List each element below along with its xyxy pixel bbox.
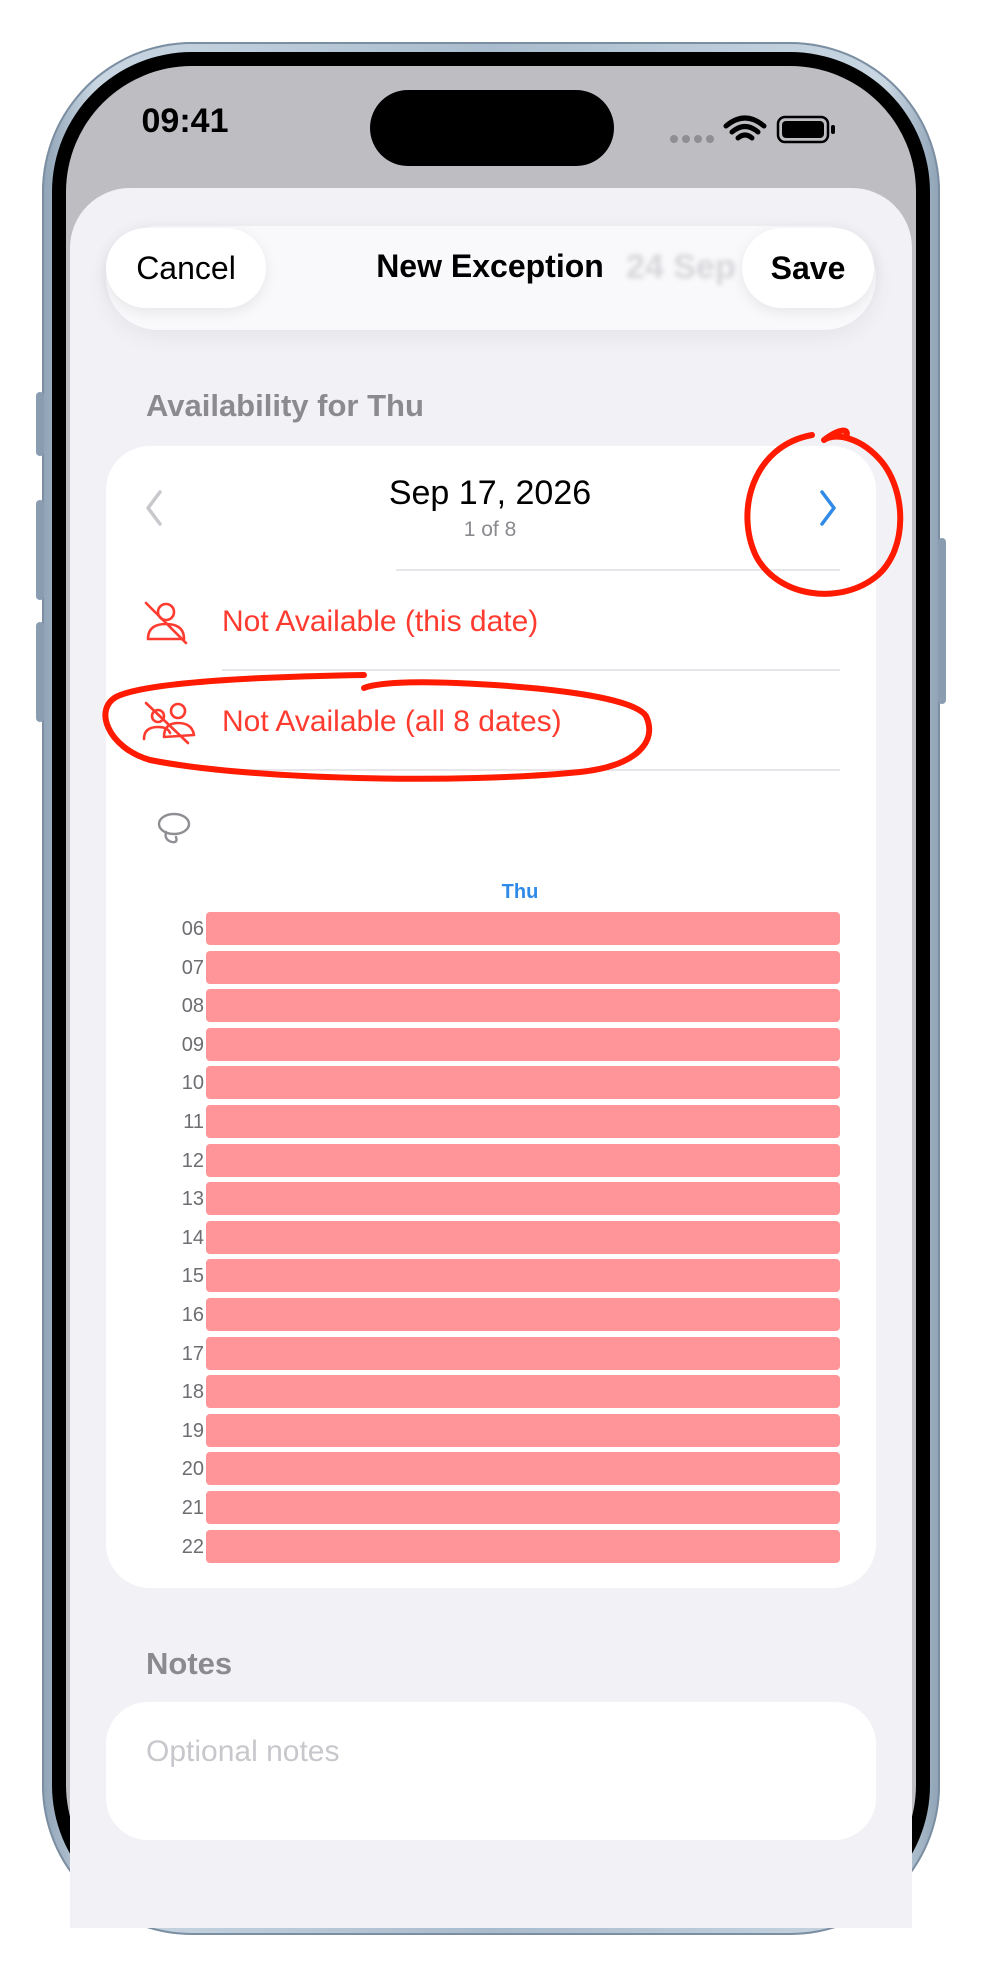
hour-label: 07 bbox=[181, 956, 204, 979]
volume-down-button bbox=[36, 622, 44, 722]
hour-label: 08 bbox=[181, 995, 204, 1018]
time-slot[interactable] bbox=[206, 1105, 840, 1138]
chevron-right-icon[interactable] bbox=[814, 486, 842, 530]
time-slot[interactable] bbox=[206, 1027, 840, 1061]
lasso-icon[interactable] bbox=[154, 810, 194, 846]
cancel-button[interactable]: Cancel bbox=[106, 228, 266, 308]
availability-section-title: Availability for Thu bbox=[146, 388, 424, 423]
notes-section-title: Notes bbox=[146, 1646, 233, 1681]
option-label-this-date: Not Available (this date) bbox=[222, 605, 539, 638]
hour-label: 19 bbox=[181, 1419, 204, 1442]
silent-switch bbox=[36, 392, 44, 456]
hour-label: 13 bbox=[181, 1188, 204, 1211]
page-title: New Exception bbox=[376, 248, 604, 284]
time-slot[interactable] bbox=[206, 1259, 840, 1293]
notes-input[interactable] bbox=[146, 1730, 826, 1774]
time-slot[interactable] bbox=[206, 1491, 840, 1524]
option-label-all-dates: Not Available (all 8 dates) bbox=[222, 705, 562, 738]
hour-label: 21 bbox=[181, 1497, 204, 1519]
battery-icon bbox=[776, 115, 835, 144]
time-slot[interactable] bbox=[206, 1066, 840, 1100]
hour-label: 11 bbox=[183, 1111, 204, 1133]
divider bbox=[222, 769, 840, 771]
hour-label: 16 bbox=[181, 1304, 204, 1326]
hour-label: 22 bbox=[181, 1535, 204, 1558]
hour-label: 06 bbox=[181, 918, 204, 940]
wifi-icon bbox=[723, 115, 767, 141]
time-slot[interactable] bbox=[206, 1413, 840, 1447]
hour-label: 10 bbox=[181, 1072, 204, 1095]
status-icons bbox=[670, 115, 835, 144]
day-header: Thu bbox=[501, 881, 539, 903]
hour-label: 12 bbox=[181, 1149, 204, 1172]
chevron-left-icon[interactable] bbox=[140, 486, 168, 530]
status-time: 09:41 bbox=[141, 102, 229, 140]
time-slot[interactable] bbox=[206, 1298, 840, 1331]
time-slot[interactable] bbox=[206, 989, 840, 1023]
hour-label: 17 bbox=[181, 1342, 204, 1365]
time-slot[interactable] bbox=[206, 1452, 840, 1486]
time-slot[interactable] bbox=[206, 1375, 840, 1409]
time-slot[interactable] bbox=[206, 950, 840, 984]
time-slot[interactable] bbox=[206, 1143, 840, 1177]
power-button bbox=[938, 538, 946, 704]
divider bbox=[222, 669, 840, 671]
volume-up-button bbox=[36, 500, 44, 600]
hour-label: 09 bbox=[181, 1033, 204, 1056]
dynamic-island bbox=[370, 90, 614, 166]
date-position: 1 of 8 bbox=[463, 518, 517, 541]
divider bbox=[396, 569, 840, 571]
time-slot[interactable] bbox=[206, 1182, 840, 1216]
cellular-signal-icon bbox=[670, 135, 714, 143]
time-slot[interactable] bbox=[206, 1220, 840, 1254]
time-slot[interactable] bbox=[206, 1336, 840, 1370]
time-slot[interactable] bbox=[206, 912, 840, 945]
save-button[interactable]: Save bbox=[742, 228, 874, 308]
people-slash-icon bbox=[142, 701, 196, 745]
time-slot[interactable] bbox=[206, 1529, 840, 1563]
person-slash-icon bbox=[144, 601, 188, 645]
hour-label: 14 bbox=[181, 1226, 204, 1249]
hour-label: 18 bbox=[181, 1381, 204, 1404]
hour-label: 20 bbox=[181, 1458, 204, 1481]
hour-label: 15 bbox=[181, 1265, 204, 1288]
date-title: Sep 17, 2026 bbox=[388, 474, 592, 512]
